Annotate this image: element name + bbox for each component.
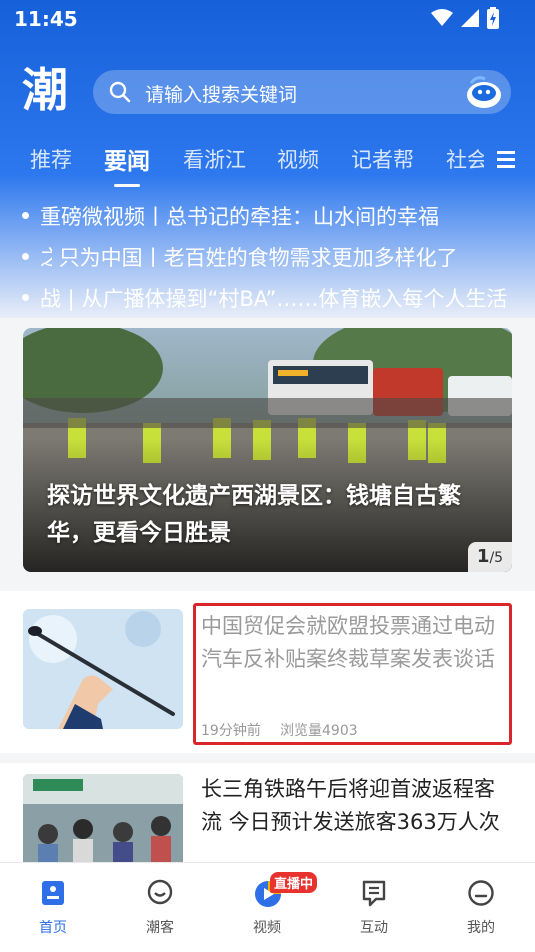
article-thumbnail xyxy=(23,609,183,729)
mascot-icon[interactable] xyxy=(463,73,505,111)
headline-prefix: 之 xyxy=(40,246,52,270)
banner-title: 探访世界文化遗产西湖景区：钱塘自古繁华，更看今日胜景 xyxy=(47,483,461,546)
status-time: 11:45 xyxy=(14,7,78,31)
search-placeholder: 请输入搜索关键词 xyxy=(145,84,298,106)
active-tab-indicator xyxy=(114,184,140,187)
channel-tabs: 推荐 要闻 看浙江 视频 记者帮 社会 xyxy=(0,140,535,184)
battery-icon xyxy=(487,7,499,29)
headline-text: 重磅微视频丨总书记的牵挂：山水间的幸福 xyxy=(40,205,439,229)
chat-icon xyxy=(147,879,173,905)
live-badge: 直播中 xyxy=(270,872,318,893)
bullet-dot xyxy=(22,294,29,301)
interact-icon xyxy=(362,880,386,907)
banner-pager: 1/5 xyxy=(468,542,512,572)
tab-society[interactable]: 社会 xyxy=(446,144,484,174)
status-bar: 11:45 xyxy=(0,0,535,38)
nav-label: 互动 xyxy=(360,920,388,936)
search-bar[interactable]: 请输入搜索关键词 xyxy=(93,70,511,114)
featured-banner[interactable]: 探访世界文化遗产西湖景区：钱塘自古繁华，更看今日胜景 1/5 xyxy=(23,328,512,572)
nav-profile[interactable]: 我的 xyxy=(446,863,516,952)
home-icon xyxy=(42,881,64,905)
headline-prefix: 战 | xyxy=(40,287,75,311)
nav-chaoke[interactable]: 潮客 xyxy=(125,863,195,952)
article-title: 长三角铁路午后将迎首波返程客流 今日预计发送旅客363万人次 xyxy=(201,777,500,834)
app-logo[interactable]: 潮 xyxy=(22,62,76,118)
nav-label: 视频 xyxy=(253,920,281,936)
bullet-dot xyxy=(22,253,29,260)
search-icon xyxy=(109,81,131,103)
headline-item[interactable]: 战 | 从广播体操到“村BA”……体育嵌入每个人生活 xyxy=(0,280,535,321)
microphone-photo xyxy=(23,609,183,729)
headline-text-main: 只为中国丨老百姓的食物需求更加多样化了 xyxy=(58,246,458,270)
bottom-tab-bar: 首页 潮客 视频 互动 我的 xyxy=(0,862,535,952)
headline-text: 之 只为中国丨老百姓的食物需求更加多样化了 xyxy=(40,242,458,272)
headline-item[interactable]: 之 只为中国丨老百姓的食物需求更加多样化了 xyxy=(0,239,535,280)
headline-ticker: 重磅微视频丨总书记的牵挂：山水间的幸福 之 只为中国丨老百姓的食物需求更加多样化… xyxy=(0,198,535,321)
tab-video[interactable]: 视频 xyxy=(277,144,319,174)
signal-icon xyxy=(461,9,479,27)
tab-reporter[interactable]: 记者帮 xyxy=(351,144,414,174)
headline-text-main: 从广播体操到“村BA”……体育嵌入每个人生活 xyxy=(81,287,508,311)
article-card[interactable]: 长三角铁路午后将迎首波返程客流 今日预计发送旅客363万人次 xyxy=(0,763,535,884)
pager-current: 1 xyxy=(476,546,490,567)
profile-icon xyxy=(468,880,494,906)
nav-interact[interactable]: 互动 xyxy=(339,863,409,952)
status-icons xyxy=(431,7,499,29)
nav-label: 我的 xyxy=(467,920,495,936)
tab-zhejiang[interactable]: 看浙江 xyxy=(183,144,246,174)
nav-home[interactable]: 首页 xyxy=(18,863,88,952)
wifi-icon xyxy=(431,9,453,26)
channel-menu-icon[interactable] xyxy=(497,150,515,168)
tab-recommend[interactable]: 推荐 xyxy=(30,144,72,174)
highlight-box xyxy=(193,603,512,745)
headline-text: 战 | 从广播体操到“村BA”……体育嵌入每个人生活 xyxy=(40,283,507,313)
nav-label: 潮客 xyxy=(146,920,174,936)
tab-headlines[interactable]: 要闻 xyxy=(104,142,150,176)
nav-label: 首页 xyxy=(39,920,67,936)
headline-item[interactable]: 重磅微视频丨总书记的牵挂：山水间的幸福 xyxy=(0,198,535,239)
bullet-dot xyxy=(22,212,29,219)
pager-total: /5 xyxy=(489,550,504,566)
